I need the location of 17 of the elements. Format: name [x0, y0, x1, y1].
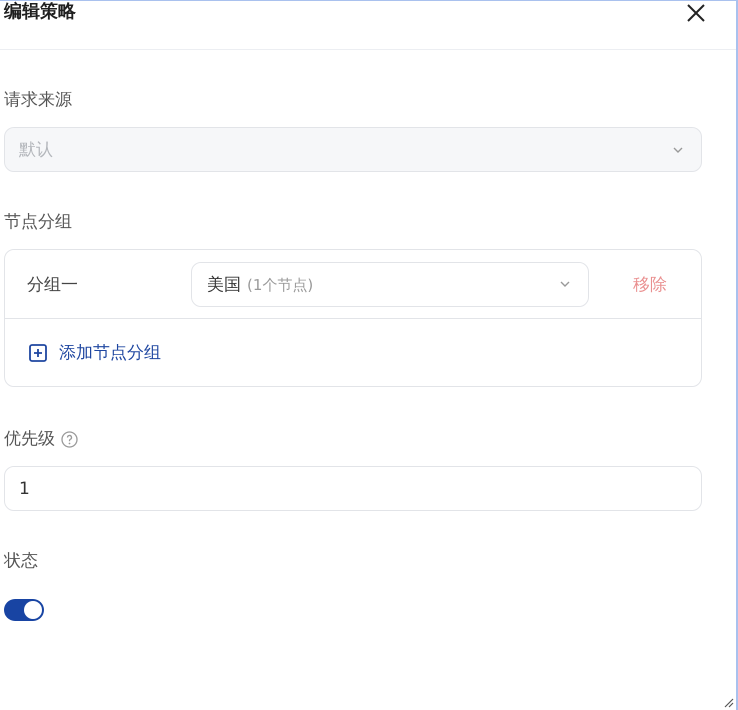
- node-select[interactable]: 美国 (1个节点): [191, 262, 589, 306]
- select-value: 美国: [207, 274, 241, 294]
- priority-input[interactable]: 1: [4, 466, 702, 511]
- field-label: 请求来源: [4, 89, 73, 112]
- node-count: (1个节点): [247, 276, 314, 294]
- field-label: 节点分组: [4, 211, 73, 234]
- help-icon[interactable]: [61, 430, 78, 448]
- resize-grip-icon[interactable]: [724, 698, 734, 708]
- group-name: 分组一: [27, 274, 79, 296]
- plus-square-icon: [29, 344, 47, 362]
- add-group-link[interactable]: 添加节点分组: [29, 341, 161, 364]
- close-button[interactable]: [686, 3, 706, 23]
- dialog-title: 编辑策略: [4, 3, 76, 21]
- status-toggle[interactable]: [4, 599, 44, 621]
- field-label: 优先级: [4, 428, 55, 451]
- close-icon: [686, 3, 706, 23]
- field-label: 状态: [4, 550, 39, 573]
